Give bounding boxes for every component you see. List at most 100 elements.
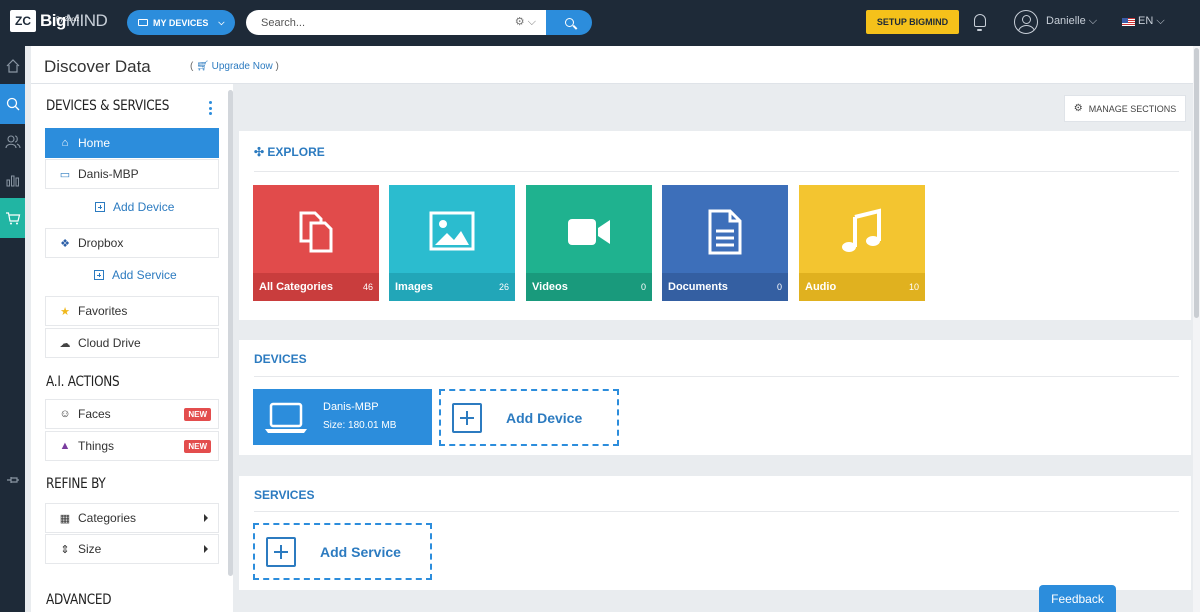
page-header: Discover Data ( 🛒︎ Upgrade Now ) xyxy=(31,46,1200,84)
add-device-button[interactable]: Add Device xyxy=(439,389,619,446)
document-icon xyxy=(708,209,742,255)
device-card-danis-mbp[interactable]: Danis-MBP Size: 180.01 MB xyxy=(253,389,432,445)
tile-footer: Images 26 xyxy=(389,273,515,301)
tile-videos[interactable]: Videos 0 xyxy=(526,185,652,301)
rail-people[interactable] xyxy=(0,122,25,162)
rail-stats[interactable] xyxy=(0,160,25,200)
plus-box-icon xyxy=(266,536,296,567)
rail-pin[interactable] xyxy=(0,460,25,500)
search-bar: ⚙ ⌵ xyxy=(246,10,546,35)
tile-audio[interactable]: Audio 10 xyxy=(799,185,925,301)
tile-label: Videos xyxy=(532,281,568,293)
manage-sections-button[interactable]: ⚙ MANAGE SECTIONS xyxy=(1064,95,1186,122)
top-navigation-bar: ZC BigMIND By Zoolz MY DEVICES ⌵ ⚙ ⌵ SET… xyxy=(0,0,1200,46)
language-label: EN ⌵ xyxy=(1138,15,1165,27)
sidebar-item-label: Faces xyxy=(78,407,111,421)
sidebar-item-home[interactable]: ⌂ Home xyxy=(45,128,219,158)
smiley-icon: ☺ xyxy=(59,408,71,420)
device-name: Danis-MBP xyxy=(323,401,379,413)
divider xyxy=(254,171,1179,172)
advanced-heading: ADVANCED xyxy=(46,592,112,608)
rail-discover[interactable] xyxy=(0,84,25,124)
my-devices-label: MY DEVICES xyxy=(153,17,209,28)
add-service-label: Add Service xyxy=(320,543,401,560)
tile-count: 26 xyxy=(498,282,509,292)
cart-icon: 🛒︎ xyxy=(196,61,209,72)
add-service-label: Add Service xyxy=(112,268,177,282)
kebab-menu-icon[interactable] xyxy=(209,101,213,115)
search-icon xyxy=(6,97,19,111)
manage-sections-label: MANAGE SECTIONS xyxy=(1088,103,1177,114)
plus-box-icon xyxy=(94,270,104,280)
tile-count: 0 xyxy=(776,282,782,292)
star-icon: ★ xyxy=(60,305,70,318)
files-icon xyxy=(299,211,333,253)
sidebar-item-faces[interactable]: ☺ Faces NEW xyxy=(45,399,219,429)
add-device-link[interactable]: Add Device xyxy=(95,200,174,214)
chevron-down-icon: ⌵ xyxy=(218,17,225,27)
us-flag-icon xyxy=(1122,17,1135,26)
tile-all-categories[interactable]: All Categories 46 xyxy=(253,185,379,301)
cloud-icon: ☁ xyxy=(59,337,71,350)
people-icon xyxy=(4,135,21,149)
username-menu[interactable]: Danielle ⌵ xyxy=(1046,15,1097,28)
devices-services-heading: DEVICES & SERVICES xyxy=(46,98,170,114)
laptop-icon xyxy=(138,19,148,26)
sidebar-item-label: Favorites xyxy=(78,304,128,318)
sidebar-item-label: Things xyxy=(78,439,115,453)
avatar[interactable] xyxy=(1014,10,1038,34)
sidebar-item-cloud-drive[interactable]: ☁ Cloud Drive xyxy=(45,328,219,358)
rail-home[interactable] xyxy=(0,46,25,86)
sidebar-item-favorites[interactable]: ★ Favorites xyxy=(45,296,219,326)
add-device-label: Add Device xyxy=(506,409,583,426)
tile-footer: All Categories 46 xyxy=(253,273,379,301)
devices-title: DEVICES xyxy=(254,352,307,366)
upgrade-paren-close: ) xyxy=(275,61,279,72)
tile-footer: Audio 10 xyxy=(799,273,925,301)
sidebar-item-device[interactable]: ▭ Danis-MBP xyxy=(45,159,219,189)
page-title: Discover Data xyxy=(44,57,151,76)
search-button[interactable] xyxy=(546,10,592,35)
page-scrollbar[interactable] xyxy=(1193,46,1200,612)
language-selector[interactable]: EN ⌵ xyxy=(1122,15,1165,28)
bar-chart-icon xyxy=(6,175,19,187)
feedback-button[interactable]: Feedback xyxy=(1039,585,1116,612)
sidebar-item-things[interactable]: ▲ Things NEW xyxy=(45,431,219,461)
grid-icon: ▦ xyxy=(59,512,71,525)
search-icon xyxy=(564,18,574,27)
divider xyxy=(254,376,1179,377)
sidebar-item-categories[interactable]: ▦ Categories xyxy=(45,503,219,533)
search-settings-icon[interactable]: ⚙ ⌵ xyxy=(515,15,536,29)
sidebar-item-label: Categories xyxy=(78,511,137,525)
home-icon xyxy=(6,59,19,73)
upgrade-now-link[interactable]: ( 🛒︎ Upgrade Now ) xyxy=(190,61,279,72)
my-devices-dropdown[interactable]: MY DEVICES ⌵ xyxy=(127,10,235,35)
new-badge: NEW xyxy=(184,440,211,453)
refine-by-heading: REFINE BY xyxy=(46,476,106,492)
tile-count: 46 xyxy=(362,282,373,292)
search-input[interactable] xyxy=(261,16,501,29)
image-icon xyxy=(429,211,475,251)
tile-count: 0 xyxy=(640,282,646,292)
tile-images[interactable]: Images 26 xyxy=(389,185,515,301)
add-service-button[interactable]: Add Service xyxy=(253,523,432,580)
bell-icon[interactable] xyxy=(974,14,986,31)
new-badge: NEW xyxy=(184,408,211,421)
explore-title: ✣ EXPLORE xyxy=(254,145,325,159)
logo-mark: ZC xyxy=(10,10,36,32)
sidebar-item-size[interactable]: ⇕ Size xyxy=(45,534,219,564)
rail-cart[interactable] xyxy=(0,198,25,238)
cart-icon xyxy=(5,212,20,225)
add-service-link[interactable]: Add Service xyxy=(94,268,177,282)
plus-box-icon xyxy=(95,202,105,212)
sidebar-item-dropbox[interactable]: ❖ Dropbox xyxy=(45,228,219,258)
ai-actions-heading: A.I. ACTIONS xyxy=(46,374,120,390)
tile-documents[interactable]: Documents 0 xyxy=(662,185,788,301)
sidebar-item-label: Size xyxy=(78,542,102,556)
sidebar-scrollbar[interactable] xyxy=(228,90,233,576)
divider xyxy=(254,511,1179,512)
laptop-icon: ▭ xyxy=(59,168,71,181)
dropbox-icon: ❖ xyxy=(60,237,70,250)
upgrade-paren-open: ( xyxy=(190,61,194,72)
setup-bigmind-button[interactable]: SETUP BIGMIND xyxy=(866,10,959,34)
